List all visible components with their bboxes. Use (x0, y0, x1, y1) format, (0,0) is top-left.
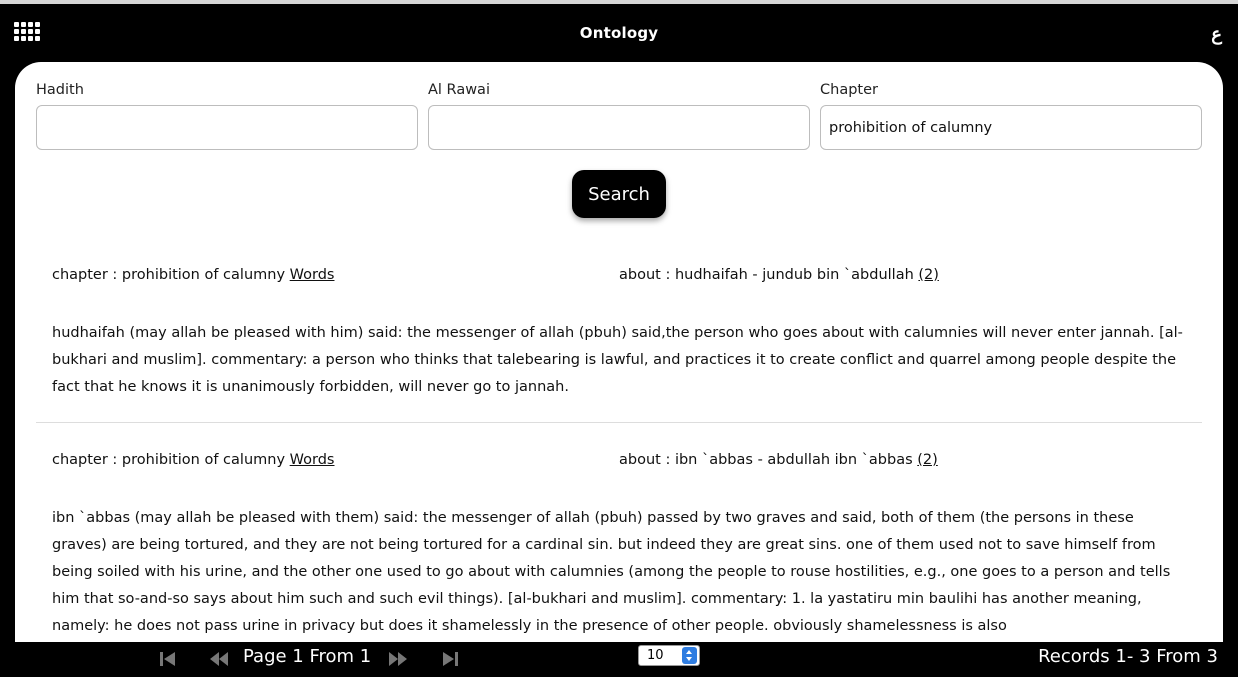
result-about: about : hudhaifah - jundub bin `abdullah… (619, 267, 939, 283)
result-meta: chapter : prohibition of calumny Words a… (36, 257, 1202, 293)
result-chapter: chapter : prohibition of calumny Words (52, 267, 334, 283)
result-about-text: about : hudhaifah - jundub bin `abdullah (619, 267, 914, 283)
per-page-value: 10 (647, 648, 664, 663)
per-page-stepper[interactable]: 10 (638, 645, 700, 666)
last-page-icon[interactable] (438, 647, 462, 671)
result-divider (36, 422, 1202, 423)
result-item: chapter : prohibition of calumny Words a… (36, 257, 1202, 401)
language-toggle[interactable]: ع (1211, 24, 1222, 45)
words-link[interactable]: Words (290, 267, 335, 283)
hadith-field-group: Hadith (36, 82, 418, 150)
chapter-label: Chapter (820, 82, 878, 98)
rawai-field-group: Al Rawai (428, 82, 810, 150)
narrator-count-link[interactable]: (2) (918, 267, 939, 283)
words-link[interactable]: Words (290, 452, 335, 468)
first-page-icon[interactable] (156, 647, 180, 671)
result-chapter: chapter : prohibition of calumny Words (52, 452, 334, 468)
previous-page-icon[interactable] (207, 647, 231, 671)
content-panel: Hadith Al Rawai Chapter Search chapter :… (15, 62, 1223, 642)
page-indicator: Page 1 From 1 (243, 646, 372, 667)
pagination-bar: Page 1 From 1 10 Records 1- 3 From 3 (0, 642, 1238, 677)
narrator-count-link[interactable]: (2) (917, 452, 938, 468)
records-indicator: Records 1- 3 From 3 (1038, 646, 1218, 667)
app-header: Ontology ع (0, 4, 1238, 62)
result-meta: chapter : prohibition of calumny Words a… (36, 442, 1202, 478)
chapter-field-group: Chapter (820, 82, 1202, 150)
hadith-input[interactable] (36, 105, 418, 150)
chapter-input[interactable] (820, 105, 1202, 150)
hadith-label: Hadith (36, 82, 84, 98)
rawai-input[interactable] (428, 105, 810, 150)
page-title: Ontology (579, 24, 659, 42)
result-chapter-text: chapter : prohibition of calumny (52, 267, 286, 283)
result-item: chapter : prohibition of calumny Words a… (36, 442, 1202, 640)
result-about-text: about : ibn `abbas - abdullah ibn `abbas (619, 452, 913, 468)
stepper-arrows-icon[interactable] (682, 647, 697, 664)
result-about: about : ibn `abbas - abdullah ibn `abbas… (619, 452, 938, 468)
rawai-label: Al Rawai (428, 82, 490, 98)
result-chapter-text: chapter : prohibition of calumny (52, 452, 286, 468)
search-button[interactable]: Search (572, 170, 666, 218)
result-text: ibn `abbas (may allah be pleased with th… (52, 510, 1171, 634)
result-text: hudhaifah (may allah be pleased with him… (52, 325, 1183, 395)
next-page-icon[interactable] (386, 647, 410, 671)
